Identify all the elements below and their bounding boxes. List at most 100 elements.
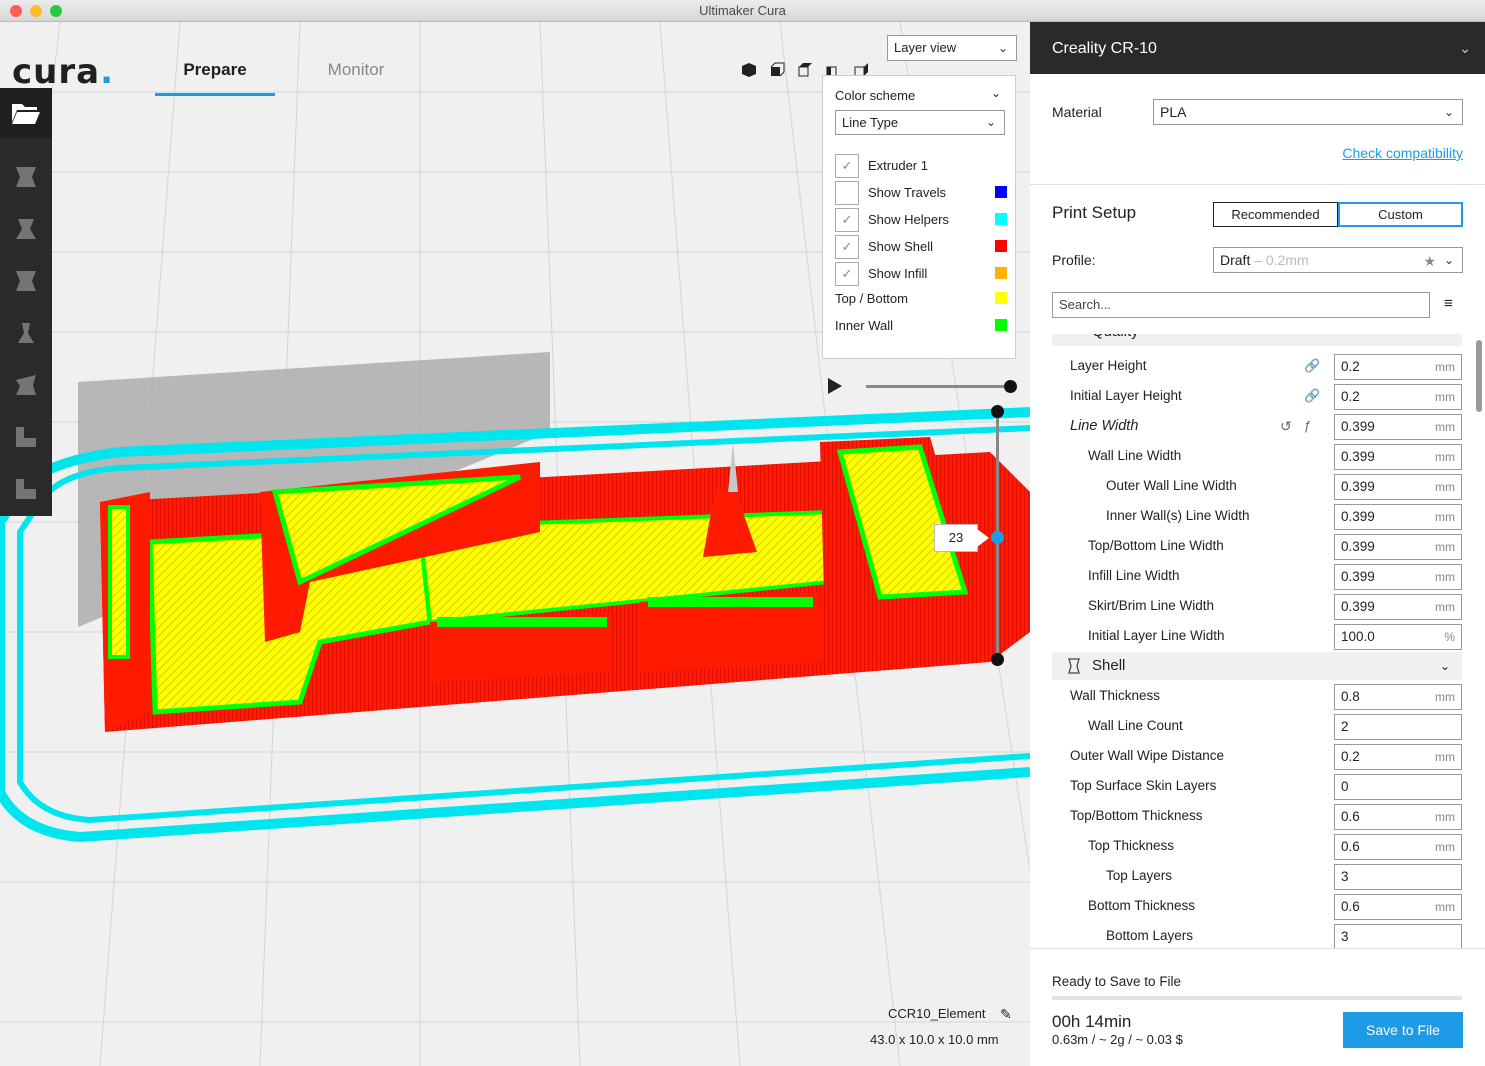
setting-input[interactable]: 0.399 mm: [1334, 594, 1462, 620]
profile-select[interactable]: Draft – 0.2mm ★ ⌄: [1213, 247, 1463, 273]
setting-input[interactable]: 0.399 mm: [1334, 474, 1462, 500]
category-shell[interactable]: Shell ⌄: [1052, 652, 1462, 680]
show-helpers-toggle[interactable]: ✓ Show Helpers: [835, 208, 1007, 232]
chevron-down-icon[interactable]: ⌄: [991, 86, 1001, 100]
setting-input[interactable]: 0.2 mm: [1334, 744, 1462, 770]
setting-bottom-thickness: Bottom Thickness 0.6 mm: [1052, 892, 1462, 922]
setting-label: Initial Layer Line Width: [1088, 628, 1225, 643]
rotate-tool-icon[interactable]: [13, 268, 39, 294]
settings-menu-icon[interactable]: ≡: [1444, 295, 1453, 312]
setting-input[interactable]: 3: [1334, 864, 1462, 890]
close-window-button[interactable]: [10, 5, 22, 17]
setting-input[interactable]: 0.399 mm: [1334, 534, 1462, 560]
reset-icon[interactable]: ↺: [1280, 418, 1292, 435]
zoom-window-button[interactable]: [50, 5, 62, 17]
setting-top-surface-skin-layers: Top Surface Skin Layers 0: [1052, 772, 1462, 802]
save-to-file-button[interactable]: Save to File: [1343, 1012, 1463, 1048]
setting-wall-thickness: Wall Thickness 0.8 mm: [1052, 682, 1462, 712]
setting-input[interactable]: 0.8 mm: [1334, 684, 1462, 710]
minimize-window-button[interactable]: [30, 5, 42, 17]
setting-input[interactable]: 0.6 mm: [1334, 894, 1462, 920]
support-blocker-icon[interactable]: [13, 424, 39, 450]
setting-label: Top/Bottom Thickness: [1070, 808, 1203, 823]
helpers-swatch: [995, 213, 1007, 225]
path-slider[interactable]: [866, 385, 1010, 388]
chevron-down-icon: ⌄: [985, 115, 996, 129]
layer-slider-bottom-handle[interactable]: [991, 653, 1004, 666]
setting-outer-wall-line-width: Outer Wall Line Width 0.399 mm: [1052, 472, 1462, 502]
scale-tool-icon[interactable]: [13, 216, 39, 242]
check-compatibility-link[interactable]: Check compatibility: [1342, 145, 1463, 161]
setting-label: Infill Line Width: [1088, 568, 1180, 583]
checkbox-checked[interactable]: ✓: [835, 154, 859, 178]
move-tool-icon[interactable]: [13, 164, 39, 190]
extruder-1-toggle[interactable]: ✓ Extruder 1: [835, 154, 1007, 178]
setting-input[interactable]: 0.6 mm: [1334, 804, 1462, 830]
setting-input[interactable]: 0.6 mm: [1334, 834, 1462, 860]
setting-input[interactable]: 0.399 mm: [1334, 414, 1462, 440]
setting-label: Initial Layer Height: [1070, 388, 1182, 403]
checkbox-checked[interactable]: ✓: [835, 208, 859, 232]
material-value: PLA: [1160, 104, 1187, 120]
view-top-icon[interactable]: [797, 62, 813, 78]
setting-top-bottom-line-width: Top/Bottom Line Width 0.399 mm: [1052, 532, 1462, 562]
star-icon[interactable]: ★: [1423, 249, 1436, 273]
setting-input[interactable]: 0.2 mm: [1334, 354, 1462, 380]
setting-label: Bottom Layers: [1106, 928, 1194, 943]
tab-prepare[interactable]: Prepare: [155, 60, 275, 96]
profile-value: Draft: [1220, 252, 1251, 268]
view-front-icon[interactable]: [769, 62, 785, 78]
setting-value: 3: [1341, 869, 1349, 884]
view-3d-icon[interactable]: [741, 62, 757, 78]
printer-selector[interactable]: Creality CR-10 ⌄: [1030, 22, 1485, 74]
current-layer-input[interactable]: 23: [934, 524, 989, 552]
color-scheme-title: Color scheme: [835, 88, 916, 103]
show-infill-label: Show Infill: [868, 266, 928, 281]
color-scheme-select[interactable]: Line Type ⌄: [835, 110, 1005, 135]
setting-input[interactable]: 100.0%: [1334, 624, 1462, 650]
open-file-button[interactable]: [0, 88, 52, 138]
recommended-mode-button[interactable]: Recommended: [1213, 202, 1338, 227]
show-shell-toggle[interactable]: ✓ Show Shell: [835, 235, 1007, 259]
function-icon[interactable]: ƒ: [1304, 418, 1320, 434]
settings-scrollbar[interactable]: [1476, 340, 1482, 412]
tab-monitor[interactable]: Monitor: [296, 60, 416, 80]
checkbox-unchecked[interactable]: [835, 181, 859, 205]
setting-label: Outer Wall Wipe Distance: [1070, 748, 1225, 763]
play-simulation-icon[interactable]: [828, 378, 842, 394]
print-setup-title: Print Setup: [1052, 203, 1137, 222]
setting-input[interactable]: 0: [1334, 774, 1462, 800]
layer-slider-current-handle[interactable]: [991, 531, 1004, 544]
setting-unit: %: [1444, 630, 1455, 644]
per-model-settings-icon[interactable]: [13, 372, 39, 398]
setting-input[interactable]: 0.399 mm: [1334, 564, 1462, 590]
mirror-tool-icon[interactable]: [13, 320, 39, 346]
pencil-icon[interactable]: ✎: [1000, 1006, 1012, 1023]
custom-mode-button[interactable]: Custom: [1338, 202, 1463, 227]
setting-value: 0.399: [1341, 599, 1375, 614]
checkbox-checked[interactable]: ✓: [835, 235, 859, 259]
setting-input[interactable]: 0.399 mm: [1334, 504, 1462, 530]
link-icon: 🔗: [1304, 388, 1321, 403]
setting-input[interactable]: 0.2 mm: [1334, 384, 1462, 410]
layflat-tool-icon[interactable]: [13, 476, 39, 502]
view-mode-select[interactable]: Layer view ⌄: [887, 35, 1017, 61]
setting-unit: mm: [1435, 570, 1455, 584]
setting-unit: mm: [1435, 600, 1455, 614]
category-quality[interactable]: Quality: [1052, 334, 1462, 346]
setting-input[interactable]: 2: [1334, 714, 1462, 740]
build-plate-viewport[interactable]: cura. Prepare Monitor Layer view ⌄ Color…: [0, 22, 1030, 1066]
setting-input[interactable]: 3: [1334, 924, 1462, 948]
show-infill-toggle[interactable]: ✓ Show Infill: [835, 262, 1007, 286]
checkbox-checked[interactable]: ✓: [835, 262, 859, 286]
travels-swatch: [995, 186, 1007, 198]
path-slider-handle[interactable]: [1004, 380, 1017, 393]
color-scheme-value: Line Type: [842, 115, 899, 130]
setting-value: 0.399: [1341, 449, 1375, 464]
material-select[interactable]: PLA ⌄: [1153, 99, 1463, 125]
setting-input[interactable]: 0.399 mm: [1334, 444, 1462, 470]
show-travels-toggle[interactable]: Show Travels: [835, 181, 1007, 205]
settings-search-input[interactable]: Search...: [1052, 292, 1430, 318]
extruder-1-label: Extruder 1: [868, 158, 928, 173]
layer-slider-top-handle[interactable]: [991, 405, 1004, 418]
